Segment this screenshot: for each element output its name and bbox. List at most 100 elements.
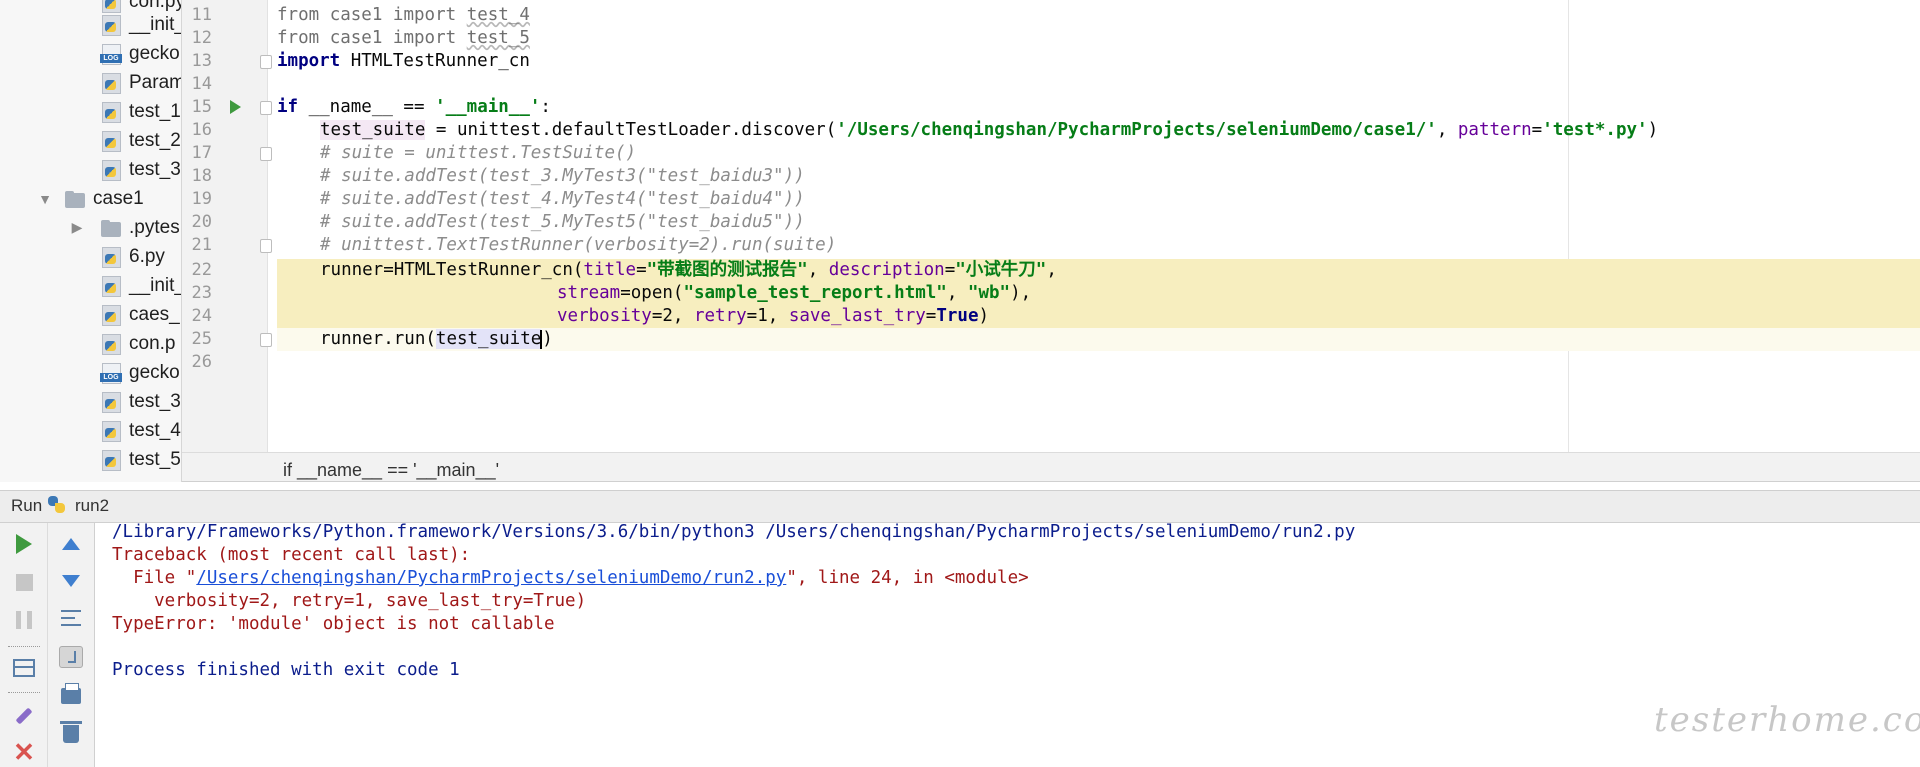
code-text: = <box>925 306 937 326</box>
python-file-icon <box>100 333 122 355</box>
keyword: from <box>277 28 320 48</box>
tree-item[interactable]: con.p <box>0 329 181 358</box>
code-line-15[interactable]: if __name__ == '__main__': <box>277 96 551 119</box>
print-icon <box>61 683 81 704</box>
code-line-24[interactable]: verbosity=2, retry=1, save_last_try=True… <box>557 305 989 328</box>
soft-wrap-button[interactable] <box>56 642 86 672</box>
tree-item[interactable]: gecko <box>0 358 181 387</box>
code-text: : <box>540 97 551 117</box>
code-line-20[interactable]: # suite.addTest(test_5.MyTest5("test_bai… <box>320 211 805 234</box>
tree-item-label: test_2 <box>129 129 181 151</box>
tree-item[interactable]: test_3 <box>0 387 181 416</box>
tree-item-label: con.p <box>129 332 176 354</box>
breadcrumb[interactable]: if __name__ == '__main__' <box>283 460 499 481</box>
code-line-23[interactable]: stream=open("sample_test_report.html", "… <box>557 282 1031 305</box>
tree-item-label: caes_ <box>129 303 180 325</box>
tree-item-folder[interactable]: ▶ .pytes <box>0 213 181 242</box>
run-config-tab[interactable]: run2 <box>75 496 109 516</box>
line-number: 20 <box>191 212 212 232</box>
code-text: , <box>946 283 968 303</box>
string-literal: 'test*.py' <box>1542 120 1648 140</box>
project-tree-panel: con.py __init__ gecko Param test_1 test_… <box>0 0 182 482</box>
run-gutter-icon[interactable] <box>230 100 241 114</box>
tree-item[interactable]: test_5 <box>0 445 181 474</box>
line-highlight <box>277 305 1920 328</box>
code-text: = <box>636 260 647 280</box>
trash-icon <box>60 721 82 743</box>
chevron-right-icon[interactable]: ▶ <box>68 219 86 236</box>
keyword-argument: retry <box>693 306 747 326</box>
code-text: runner.run( <box>320 329 436 349</box>
run-panel-title[interactable]: Run <box>11 496 42 516</box>
fold-marker-icon[interactable] <box>260 55 272 69</box>
chevron-down-icon[interactable]: ▼ <box>36 191 54 207</box>
line-number: 15 <box>191 97 212 117</box>
log-file-icon <box>100 43 122 65</box>
tree-item[interactable]: test_1 <box>0 97 181 126</box>
line-number: 24 <box>191 306 212 326</box>
close-icon: ✕ <box>13 737 35 767</box>
code-line-17[interactable]: # suite = unittest.TestSuite() <box>320 142 636 165</box>
code-line-19[interactable]: # suite.addTest(test_4.MyTest4("test_bai… <box>320 188 805 211</box>
pause-icon <box>16 611 32 629</box>
code-text: = <box>1531 120 1543 140</box>
tree-item[interactable]: 6.py <box>0 242 181 271</box>
pin-tab-button[interactable] <box>9 701 39 731</box>
code-text: , <box>807 260 829 280</box>
fold-marker-icon[interactable] <box>260 333 272 347</box>
tree-item[interactable]: test_3 <box>0 155 181 184</box>
keyword: import <box>392 28 457 48</box>
tree-item-folder[interactable]: ▼ case1 <box>0 184 181 213</box>
fold-marker-icon[interactable] <box>260 147 272 161</box>
code-line-13[interactable]: import HTMLTestRunner_cn <box>277 50 530 73</box>
code-line-18[interactable]: # suite.addTest(test_3.MyTest3("test_bai… <box>320 165 805 188</box>
file-link[interactable]: /Users/chenqingshan/PycharmProjects/sele… <box>196 568 786 588</box>
pause-button[interactable] <box>9 605 39 635</box>
console-code-line: verbosity=2, retry=1, save_last_try=True… <box>112 591 587 611</box>
tree-item[interactable]: gecko <box>0 39 181 68</box>
toolbar-divider <box>8 692 40 693</box>
rerun-button[interactable] <box>9 529 39 559</box>
up-stack-trace-button[interactable] <box>56 529 86 559</box>
console-traceback-header: Traceback (most recent call last): <box>112 545 471 565</box>
close-button[interactable]: ✕ <box>9 737 39 767</box>
fold-marker-icon[interactable] <box>260 239 272 253</box>
down-stack-trace-button[interactable] <box>56 566 86 596</box>
code-line-21[interactable]: # unittest.TextTestRunner(verbosity=2).r… <box>320 234 836 257</box>
keyword-argument: verbosity <box>557 306 652 326</box>
stop-button[interactable] <box>9 567 39 597</box>
tree-item[interactable]: caes_ <box>0 300 181 329</box>
code-line-16[interactable]: test_suite = unittest.defaultTestLoader.… <box>320 119 1658 142</box>
code-line-22[interactable]: runner=HTMLTestRunner_cn(title="带截图的测试报告… <box>320 259 1057 282</box>
string-literal: "带截图的测试报告" <box>646 260 808 280</box>
console-exit-message: Process finished with exit code 1 <box>112 660 460 680</box>
fold-marker-icon[interactable] <box>260 101 272 115</box>
module-name: case1 <box>319 28 393 48</box>
python-file-icon <box>100 101 122 123</box>
code-text: runner=HTMLTestRunner_cn( <box>320 260 584 280</box>
string-literal: "小试牛刀" <box>955 260 1047 280</box>
python-file-icon <box>100 275 122 297</box>
code-line-12[interactable]: from case1 import test_5 <box>277 27 530 50</box>
python-file-icon <box>100 14 122 36</box>
filter-lines-button[interactable] <box>56 603 86 633</box>
python-file-icon <box>100 449 122 471</box>
line-number: 22 <box>191 260 212 280</box>
console-text: File " <box>112 568 197 588</box>
keyword-argument: stream <box>557 283 621 303</box>
tree-item[interactable]: Param <box>0 68 181 97</box>
log-file-icon <box>100 362 122 384</box>
tree-item[interactable]: __init_ <box>0 271 181 300</box>
code-text: = unittest.defaultTestLoader.discover( <box>425 120 837 140</box>
print-button[interactable] <box>56 681 86 711</box>
clear-all-button[interactable] <box>56 719 86 749</box>
code-line-11[interactable]: from case1 import test_4 <box>277 4 530 27</box>
tree-item[interactable]: test_4 <box>0 416 181 445</box>
code-line-25[interactable]: runner.run(test_suite) <box>320 328 553 351</box>
line-number: 18 <box>191 166 212 186</box>
tree-item[interactable]: __init__ <box>0 10 181 39</box>
tree-item[interactable]: test_2 <box>0 126 181 155</box>
keyword: from <box>277 5 320 25</box>
line-number: 13 <box>191 51 212 71</box>
restore-layout-button[interactable] <box>9 653 39 683</box>
